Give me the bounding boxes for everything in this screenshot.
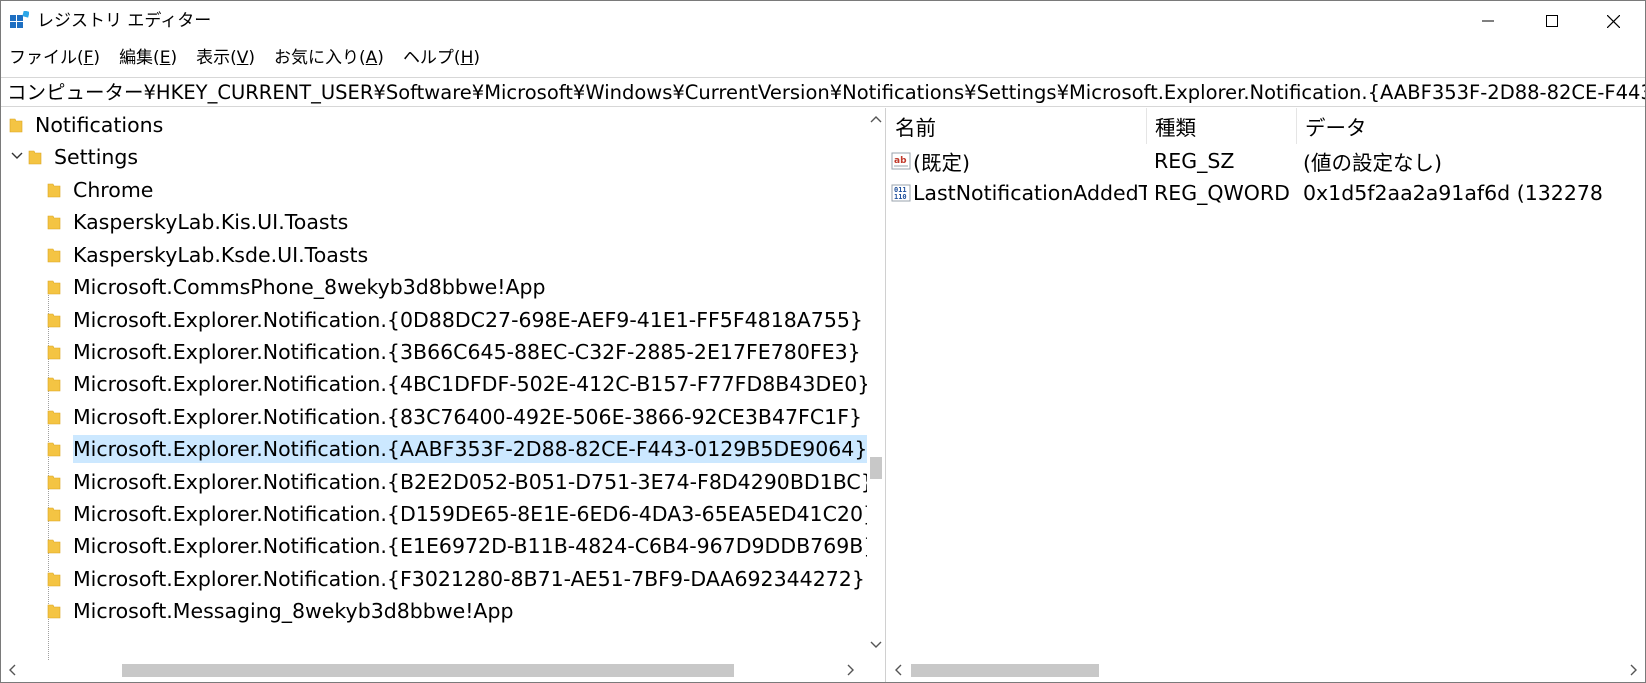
folder-icon (47, 604, 61, 619)
scroll-right-icon[interactable] (846, 664, 856, 676)
tree-item[interactable]: Microsoft.Messaging_8wekyb3d8bbwe!App (47, 594, 517, 628)
close-icon (1606, 14, 1620, 28)
address-bar[interactable]: コンピューター¥HKEY_CURRENT_USER¥Software¥Micro… (1, 77, 1645, 107)
key-tree: Notifications Settings Chrome KasperskyLa… (1, 108, 867, 660)
folder-icon (47, 248, 61, 263)
maximize-icon (1546, 15, 1558, 27)
tree-item-label: Microsoft.Explorer.Notification.{0D88DC2… (73, 307, 863, 332)
chevron-down-icon[interactable] (10, 149, 24, 163)
tree-item-label: Microsoft.CommsPhone_8wekyb3d8bbwe!App (73, 275, 546, 300)
folder-icon (47, 216, 61, 230)
scroll-thumb[interactable] (870, 457, 882, 479)
tree-item[interactable]: Microsoft.Explorer.Notification.{D159DE6… (47, 497, 867, 531)
tree-item-label: Microsoft.Explorer.Notification.{D159DE6… (73, 502, 867, 526)
menu-bar: ファイル(F) 編集(E) 表示(V) お気に入り(A) ヘルプ(H) (1, 41, 1645, 75)
svg-text:ab: ab (894, 156, 907, 166)
folder-icon (47, 378, 61, 392)
address-path[interactable]: コンピューター¥HKEY_CURRENT_USER¥Software¥Micro… (7, 81, 1645, 105)
tree-item[interactable]: Microsoft.Explorer.Notification.{83C7640… (47, 400, 866, 434)
registry-editor-window: レジストリ エディター ファイル(F) 編集(E) 表示(V) お気に入り(A)… (0, 0, 1646, 683)
tree-item-label: KasperskyLab.Ksde.UI.Toasts (73, 242, 369, 267)
tree-item-label: Notifications (35, 113, 164, 137)
value-list-pane: 名前 種類 データ ab (既定) REG_SZ (値の設定なし) 011 11… (887, 108, 1645, 682)
tree-horizontal-scrollbar[interactable] (1, 660, 867, 680)
scroll-up-icon[interactable] (870, 114, 882, 124)
folder-icon (47, 540, 61, 554)
folder-icon (47, 572, 61, 587)
tree-item[interactable]: Microsoft.Explorer.Notification.{E1E6972… (47, 529, 867, 563)
tree-item-label: Microsoft.Explorer.Notification.{4BC1DFD… (73, 372, 867, 397)
folder-icon (47, 183, 61, 198)
value-data: (値の設定なし) (1303, 151, 1442, 175)
tree-item-label: Microsoft.Messaging_8wekyb3d8bbwe!App (73, 599, 514, 624)
tree-item-label: Microsoft.Explorer.Notification.{AABF353… (73, 437, 867, 462)
close-button[interactable] (1581, 1, 1645, 41)
tree-item[interactable]: Chrome (47, 173, 157, 207)
binary-value-icon: 011 110 (891, 184, 911, 202)
value-name: LastNotificationAddedTime (913, 181, 1147, 205)
tree-item-notifications[interactable]: Notifications (9, 108, 167, 142)
string-value-icon: ab (891, 152, 911, 170)
value-name: (既定) (913, 151, 970, 175)
tree-item-label: Settings (54, 145, 139, 169)
minimize-icon (1482, 20, 1494, 22)
folder-icon (9, 118, 23, 133)
folder-icon (47, 280, 61, 295)
tree-item[interactable]: Microsoft.Explorer.Notification.{0D88DC2… (47, 303, 867, 337)
tree-item-label: Microsoft.Explorer.Notification.{3B66C64… (73, 340, 861, 364)
column-name[interactable]: 名前 (887, 108, 1147, 144)
window-title: レジストリ エディター (37, 11, 212, 31)
folder-icon (47, 475, 61, 489)
folder-icon (47, 410, 61, 425)
value-row[interactable]: ab (既定) REG_SZ (値の設定なし) (887, 144, 1645, 178)
tree-item[interactable]: Microsoft.Explorer.Notification.{F302128… (47, 562, 867, 596)
scroll-thumb[interactable] (911, 664, 1099, 677)
folder-icon (28, 150, 42, 165)
folder-icon (47, 442, 61, 457)
value-type: REG_QWORD (1154, 181, 1290, 205)
maximize-button[interactable] (1520, 1, 1584, 41)
folder-icon (47, 345, 61, 360)
column-type[interactable]: 種類 (1147, 108, 1297, 144)
tree-item[interactable]: Microsoft.Explorer.Notification.{B2E2D05… (47, 465, 867, 499)
tree-item[interactable]: KasperskyLab.Ksde.UI.Toasts (47, 238, 372, 272)
scroll-down-icon[interactable] (870, 640, 882, 650)
scroll-thumb[interactable] (122, 664, 734, 677)
folder-icon (47, 313, 61, 327)
tree-item-label: Microsoft.Explorer.Notification.{B2E2D05… (73, 469, 867, 494)
title-bar[interactable]: レジストリ エディター (1, 1, 1645, 41)
tree-item[interactable]: Microsoft.Explorer.Notification.{3B66C64… (47, 335, 865, 369)
key-tree-pane: Notifications Settings Chrome KasperskyLa… (1, 108, 886, 682)
value-row[interactable]: 011 110 LastNotificationAddedTime REG_QW… (887, 176, 1645, 210)
value-type: REG_SZ (1154, 149, 1235, 173)
tree-item-label: Microsoft.Explorer.Notification.{83C7640… (73, 404, 863, 429)
svg-text:110: 110 (894, 193, 907, 201)
tree-item-label: Microsoft.Explorer.Notification.{F302128… (73, 566, 865, 591)
tree-item[interactable]: Microsoft.Explorer.Notification.{4BC1DFD… (47, 367, 867, 401)
tree-item-label: Chrome (73, 178, 154, 202)
list-horizontal-scrollbar[interactable] (887, 660, 1645, 680)
scroll-right-icon[interactable] (1629, 664, 1639, 676)
tree-item[interactable]: Microsoft.CommsPhone_8wekyb3d8bbwe!App (47, 270, 550, 304)
registry-editor-app-icon (10, 11, 29, 28)
menu-file[interactable]: ファイル(F) (9, 47, 107, 69)
tree-item-label: Microsoft.Explorer.Notification.{E1E6972… (73, 534, 867, 559)
column-data[interactable]: データ (1297, 108, 1645, 144)
menu-favorites[interactable]: お気に入り(A) (274, 47, 391, 69)
value-list-header: 名前 種類 データ (887, 108, 1645, 144)
menu-view[interactable]: 表示(V) (196, 47, 262, 69)
menu-edit[interactable]: 編集(E) (119, 47, 184, 69)
menu-help[interactable]: ヘルプ(H) (403, 47, 487, 69)
tree-item-settings[interactable]: Settings (28, 140, 142, 174)
scroll-left-icon[interactable] (7, 664, 17, 676)
scroll-left-icon[interactable] (893, 664, 903, 676)
tree-vertical-scrollbar[interactable] (867, 108, 885, 660)
tree-item[interactable]: Microsoft.Explorer.Notification.{AABF353… (47, 432, 867, 466)
folder-icon (47, 507, 61, 522)
tree-item[interactable]: KasperskyLab.Kis.UI.Toasts (47, 205, 352, 239)
minimize-button[interactable] (1456, 1, 1520, 41)
tree-item-label: KasperskyLab.Kis.UI.Toasts (73, 210, 349, 235)
value-data: 0x1d5f2aa2a91af6d (132278 (1303, 181, 1603, 205)
